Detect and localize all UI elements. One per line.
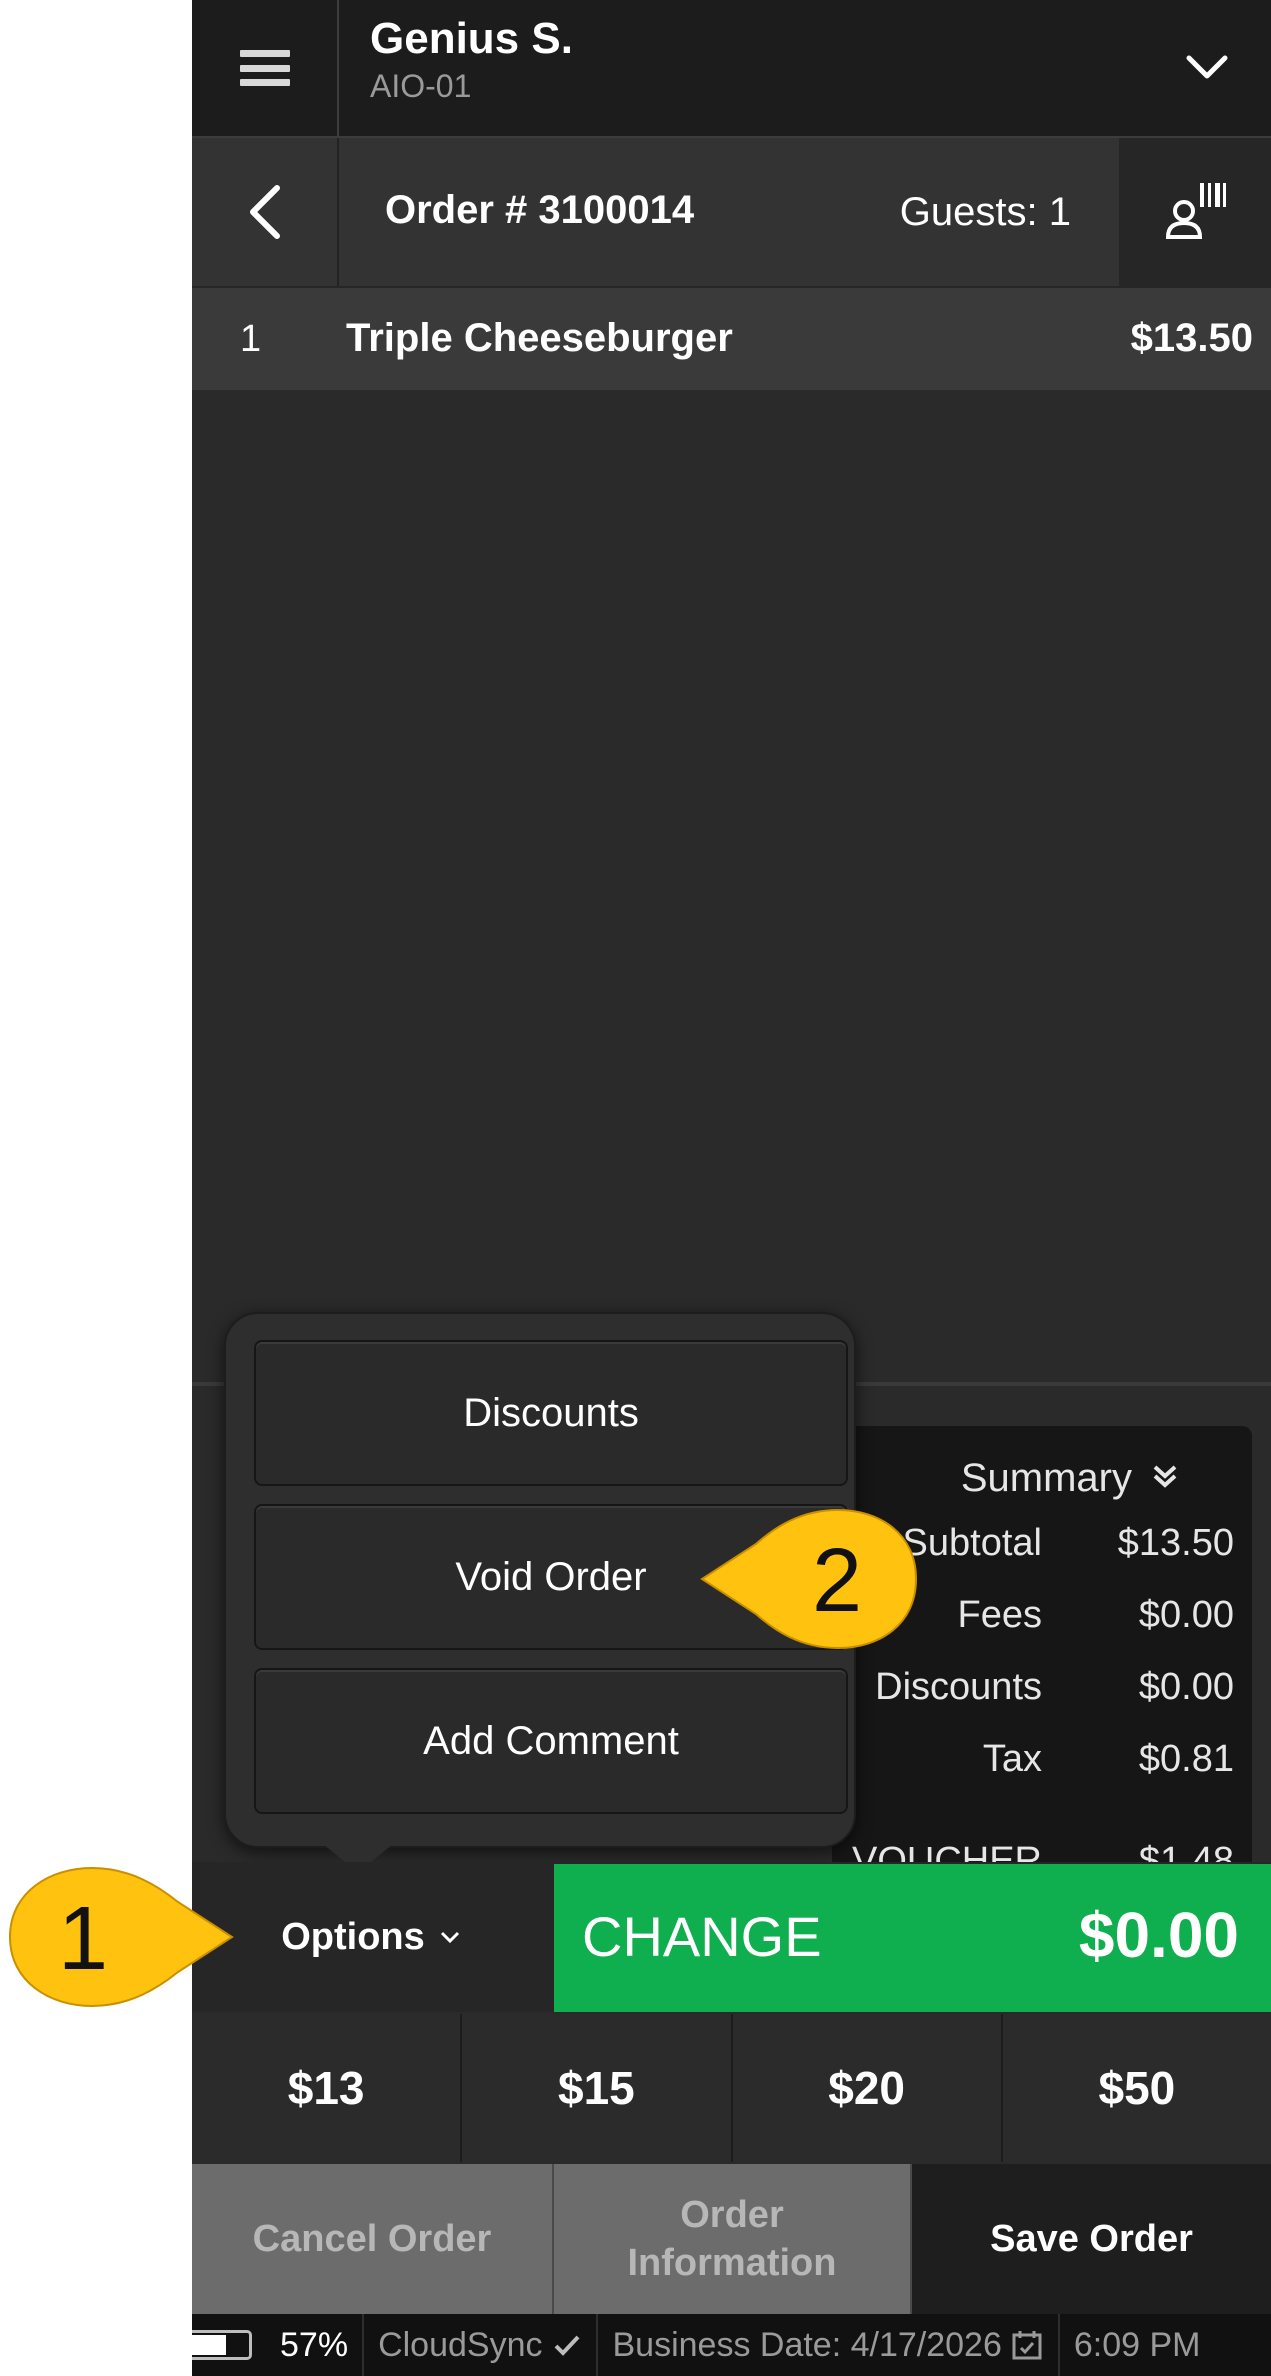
item-price: $13.50 xyxy=(1130,316,1253,360)
options-button[interactable]: Options xyxy=(192,1862,552,2012)
order-number: Order # 3100014 xyxy=(385,188,695,232)
cash-13-button[interactable]: $13 xyxy=(192,2014,463,2162)
callout-marker-shape xyxy=(8,1866,234,2008)
chevron-left-icon xyxy=(249,185,280,239)
top-bar: Genius S. AIO-01 xyxy=(192,0,1271,138)
double-chevron-down-icon[interactable] xyxy=(1150,1462,1180,1492)
pos-screen: Genius S. AIO-01 Order # 3100014 Guests:… xyxy=(192,0,1271,2376)
summary-value: $0.00 xyxy=(1138,1594,1234,1636)
callout-marker-shape xyxy=(700,1508,918,1650)
order-info-line1: Order xyxy=(680,2194,784,2236)
quick-cash-row: $13 $15 $20 $50 xyxy=(192,2014,1271,2162)
chevron-down-icon[interactable] xyxy=(1183,44,1231,92)
cloudsync-status: CloudSync xyxy=(378,2325,543,2364)
summary-toggle[interactable]: Summary xyxy=(961,1456,1132,1501)
device-id: AIO-01 xyxy=(370,68,472,104)
summary-label: Discounts xyxy=(875,1666,1042,1708)
action-row: Cancel Order Order Information Save Orde… xyxy=(192,2164,1271,2314)
menu-button[interactable] xyxy=(192,0,339,136)
clock-time: 6:09 PM xyxy=(1073,2325,1201,2364)
summary-label: Tax xyxy=(982,1738,1042,1780)
summary-row: Discounts $0.00 xyxy=(834,1666,1234,1714)
summary-value: $0.81 xyxy=(1138,1738,1234,1780)
check-icon xyxy=(555,2335,580,2356)
guests-count[interactable]: Guests: 1 xyxy=(900,190,1071,235)
back-button[interactable] xyxy=(192,138,339,286)
summary-value: $13.50 xyxy=(1117,1522,1234,1564)
battery-percent: 57% xyxy=(280,2325,349,2364)
hamburger-icon xyxy=(239,50,290,86)
battery-icon xyxy=(192,2330,252,2360)
callout-1: 1 xyxy=(0,1862,240,2012)
cash-15-button[interactable]: $15 xyxy=(462,2014,733,2162)
callout-number: 2 xyxy=(812,1531,863,1631)
list-item[interactable]: 1 Triple Cheeseburger $13.50 xyxy=(192,288,1271,390)
change-amount: $0.00 xyxy=(1078,1899,1239,1971)
add-comment-menu-item[interactable]: Add Comment xyxy=(254,1668,848,1814)
callout-number: 1 xyxy=(58,1889,109,1989)
order-information-button[interactable]: Order Information xyxy=(554,2164,912,2314)
discounts-menu-item[interactable]: Discounts xyxy=(254,1340,848,1486)
item-name: Triple Cheeseburger xyxy=(346,316,733,360)
cancel-order-button[interactable]: Cancel Order xyxy=(192,2164,554,2314)
save-order-button[interactable]: Save Order xyxy=(912,2164,1271,2314)
callout-2: 2 xyxy=(696,1504,926,1654)
cash-20-button[interactable]: $20 xyxy=(733,2014,1003,2162)
order-header: Order # 3100014 Guests: 1 xyxy=(192,138,1271,288)
chevron-down-icon xyxy=(440,1931,459,1944)
guest-lookup-button[interactable] xyxy=(1119,138,1271,286)
cash-50-button[interactable]: $50 xyxy=(1003,2014,1271,2162)
change-panel: CHANGE $0.00 xyxy=(554,1864,1271,2012)
summary-value: $0.00 xyxy=(1138,1666,1234,1708)
order-info-line2: Information xyxy=(627,2242,837,2284)
status-bar: 57% CloudSync Business Date: 4/17/2026 6… xyxy=(192,2314,1271,2376)
summary-row: Tax $0.81 xyxy=(834,1738,1234,1786)
options-label: Options xyxy=(281,1915,425,1958)
customer-barcode-icon xyxy=(1165,183,1226,239)
options-change-row: Options CHANGE $0.00 xyxy=(192,1862,1271,2012)
summary-label: Fees xyxy=(957,1594,1042,1636)
user-name: Genius S. xyxy=(370,14,573,63)
calendar-icon xyxy=(1012,2331,1042,2360)
business-date: Business Date: 4/17/2026 xyxy=(612,2325,1002,2364)
item-quantity: 1 xyxy=(240,318,262,360)
change-label: CHANGE xyxy=(582,1905,822,1968)
